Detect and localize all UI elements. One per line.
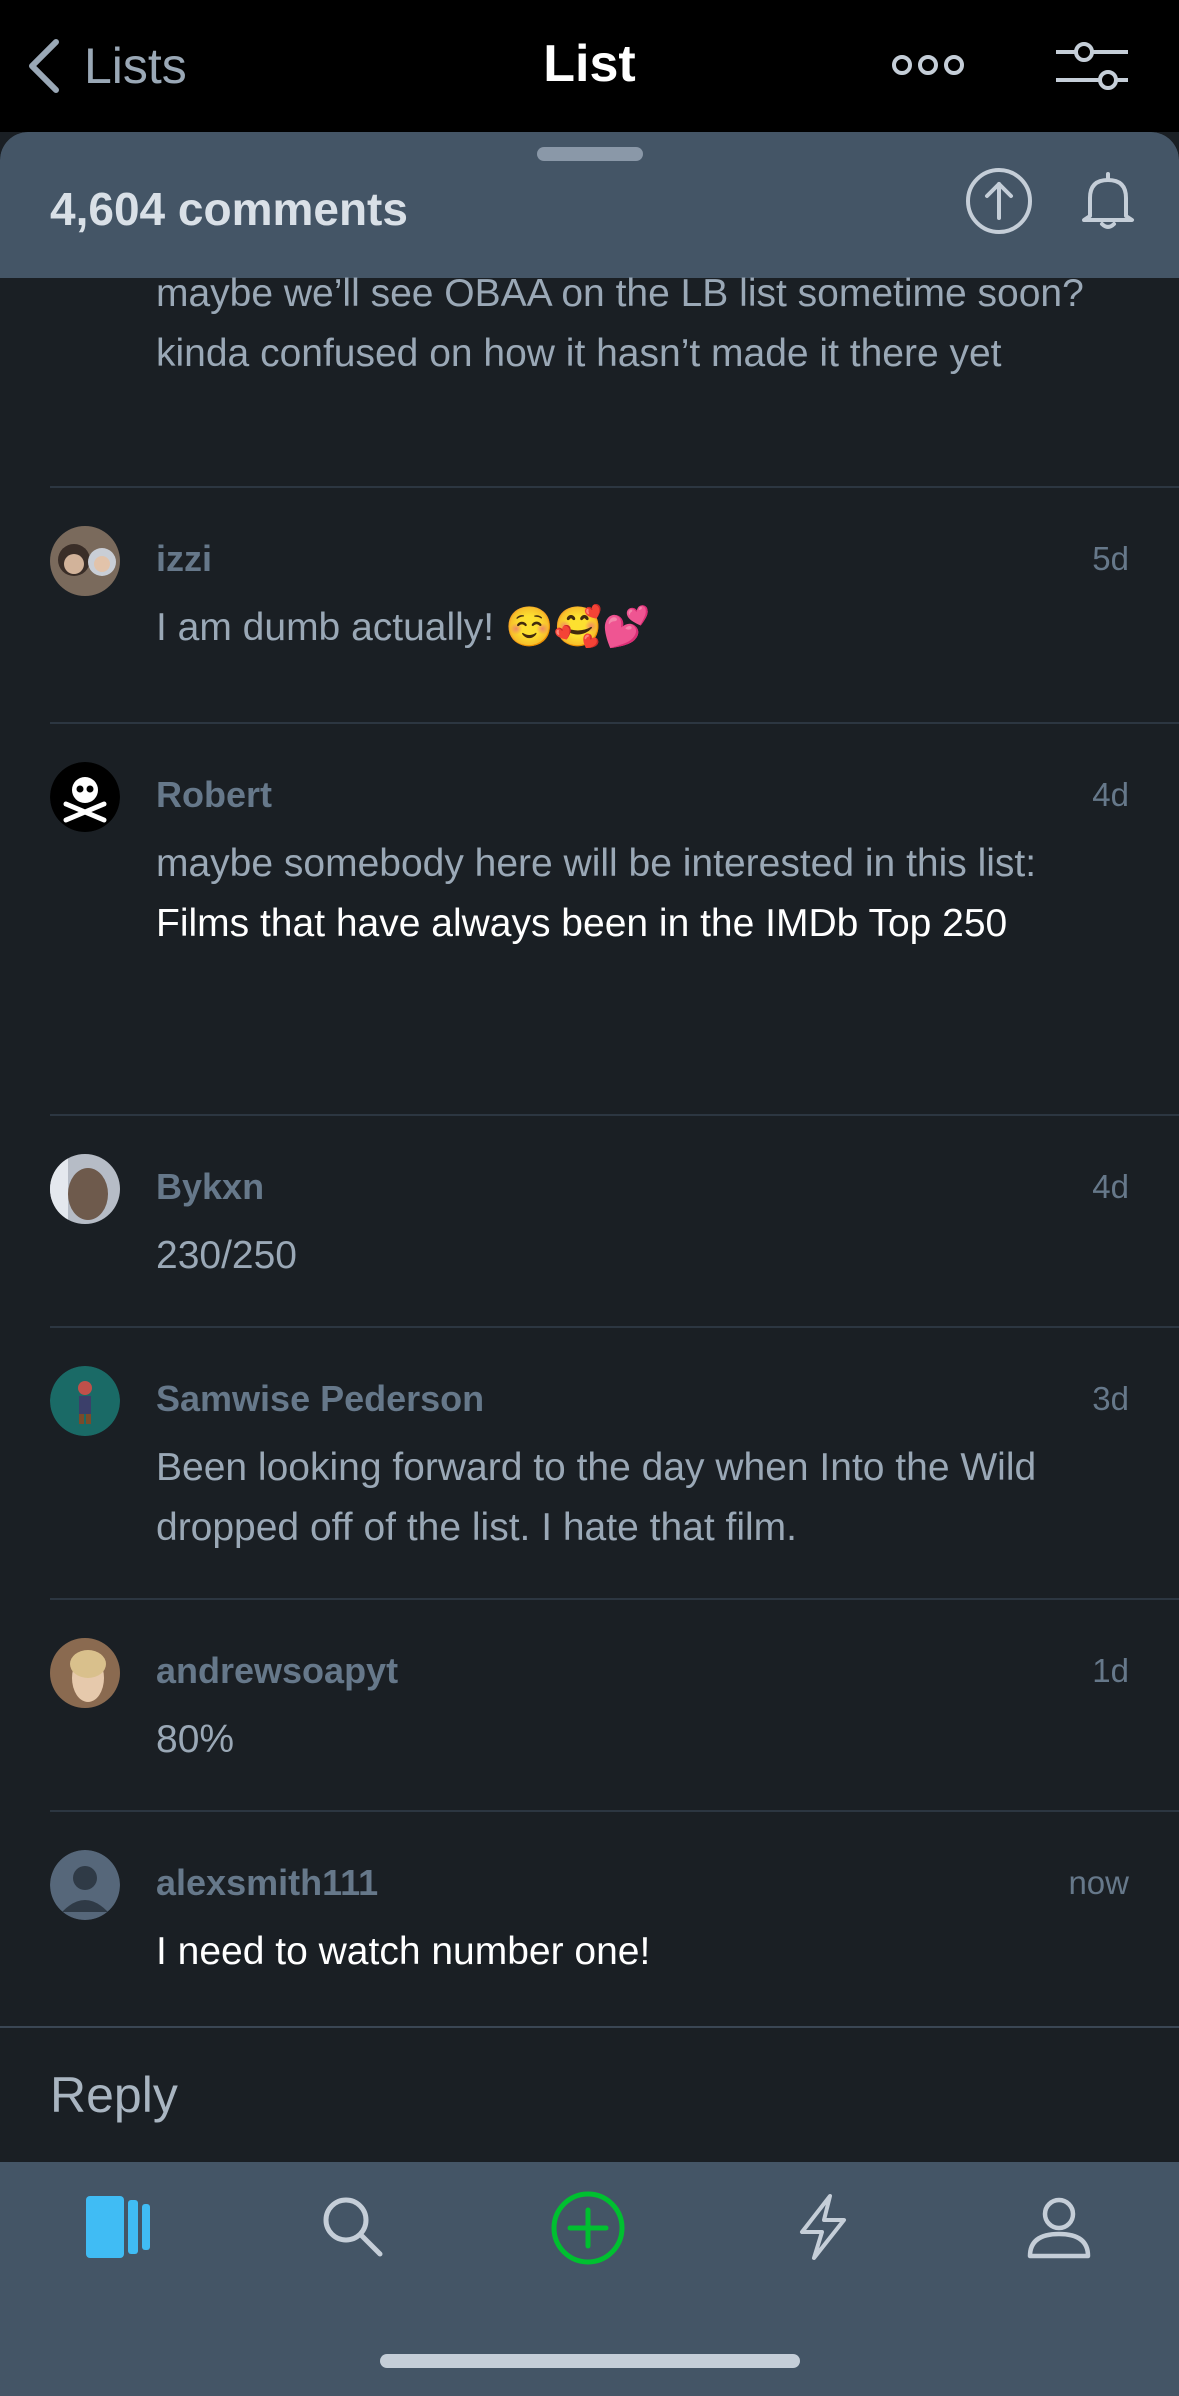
comment-author[interactable]: Samwise Pederson xyxy=(156,1378,484,1420)
comment-author[interactable]: Bykxn xyxy=(156,1166,264,1208)
comment-author[interactable]: alexsmith111 xyxy=(156,1862,378,1904)
activity-icon[interactable] xyxy=(788,2192,858,2262)
comment-count: 4,604 comments xyxy=(50,183,408,235)
comment-item: alexsmith111 now I need to watch number … xyxy=(50,1810,1179,2024)
page-title: List xyxy=(543,35,636,93)
avatar[interactable] xyxy=(50,1154,120,1224)
comments-header: 4,604 comments xyxy=(0,132,1179,278)
comment-body: I need to watch number one! xyxy=(156,1930,651,1973)
comment-author[interactable]: izzi xyxy=(156,538,212,580)
comment-author[interactable]: andrewsoapyt xyxy=(156,1650,398,1692)
comment-body: 80% xyxy=(156,1718,235,1761)
home-indicator xyxy=(380,2354,800,2368)
comment-time: 5d xyxy=(1092,540,1129,577)
avatar[interactable] xyxy=(50,526,120,596)
comment-time: 4d xyxy=(1092,776,1129,813)
sheet-grabber[interactable] xyxy=(537,147,643,161)
comment-item: Robert 4d maybe somebody here will be in… xyxy=(50,722,1179,1116)
comment-body-partial: maybe we’ll see OBAA on the LB list some… xyxy=(156,272,1084,375)
list-link[interactable]: Films that have always been in the IMDb … xyxy=(156,894,1106,954)
avatar[interactable] xyxy=(50,1850,120,1920)
comment-item: andrewsoapyt 1d 80% xyxy=(50,1598,1179,1812)
add-icon[interactable] xyxy=(550,2190,626,2266)
filter-icon[interactable] xyxy=(1054,38,1130,94)
avatar[interactable] xyxy=(50,1638,120,1708)
avatar[interactable] xyxy=(50,762,120,832)
comment-item: Samwise Pederson 3d Been looking forward… xyxy=(50,1326,1179,1600)
more-icon[interactable] xyxy=(890,52,966,78)
comment-author[interactable]: Robert xyxy=(156,774,272,816)
top-nav-bar: Lists List xyxy=(0,0,1179,132)
profile-icon[interactable] xyxy=(1024,2192,1094,2262)
comment-body: Been looking forward to the day when Int… xyxy=(156,1446,1037,1549)
comment-item: izzi 5d I am dumb actually! ☺️🥰💕 xyxy=(50,486,1179,724)
comment-time: 3d xyxy=(1092,1380,1129,1417)
films-icon[interactable] xyxy=(84,2192,154,2262)
search-icon[interactable] xyxy=(318,2192,388,2262)
comment-text: maybe somebody here will be interested i… xyxy=(156,842,1037,885)
bell-icon[interactable] xyxy=(1080,172,1136,232)
comment-time: 1d xyxy=(1092,1652,1129,1689)
comment-time: now xyxy=(1068,1864,1129,1901)
scroll-top-icon[interactable] xyxy=(964,166,1034,236)
comment-body: I am dumb actually! ☺️🥰💕 xyxy=(156,606,651,649)
comment-body: 230/250 xyxy=(156,1234,297,1277)
avatar[interactable] xyxy=(50,1366,120,1436)
comment-item: Bykxn 4d 230/250 xyxy=(50,1114,1179,1328)
reply-input[interactable]: Reply xyxy=(0,2026,1179,2164)
comment-body: maybe somebody here will be interested i… xyxy=(156,834,1106,954)
reply-placeholder: Reply xyxy=(50,2067,178,2123)
comment-time: 4d xyxy=(1092,1168,1129,1205)
